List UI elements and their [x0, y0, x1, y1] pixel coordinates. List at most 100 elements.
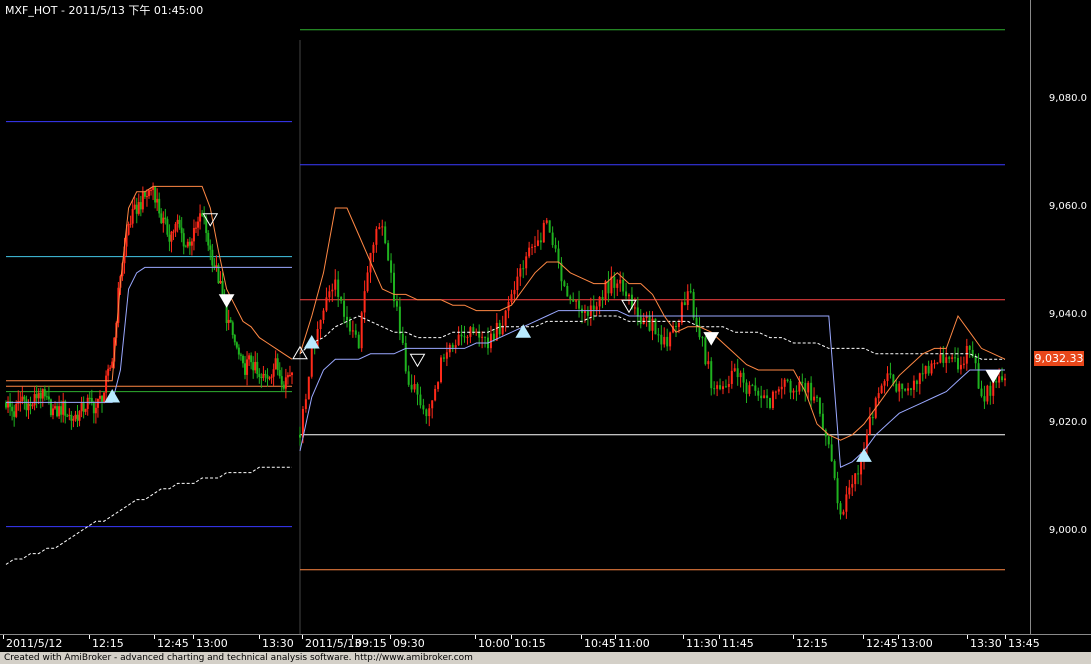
candle: [639, 309, 642, 329]
candle: [854, 472, 857, 492]
candle: [716, 381, 719, 397]
candle-body: [601, 296, 604, 300]
candle-body: [910, 388, 912, 390]
x-tick-label: 13:00: [196, 637, 228, 650]
candle: [233, 333, 236, 346]
candle-body: [716, 385, 719, 389]
candle: [192, 219, 195, 251]
candle: [907, 382, 910, 396]
candle-body: [921, 373, 924, 375]
candle: [578, 290, 581, 318]
candle: [270, 374, 273, 384]
candle: [404, 335, 407, 374]
candle: [131, 200, 134, 228]
candle-body: [145, 196, 148, 198]
plot-area[interactable]: MXF_HOT - 2011/5/13 下午 01:45:00: [0, 0, 1030, 634]
candle-body: [748, 385, 751, 394]
candle-body: [33, 394, 36, 406]
candle: [235, 341, 238, 350]
candle: [589, 297, 592, 326]
candle-body: [98, 395, 101, 399]
candle-body: [260, 377, 263, 379]
candle-body: [39, 392, 42, 399]
x-tick-mark: [581, 635, 582, 639]
candle-body: [337, 279, 340, 297]
x-tick-label: 13:30: [970, 637, 1002, 650]
candle-body: [82, 403, 85, 412]
candle: [542, 220, 545, 243]
candle-body: [328, 291, 331, 298]
candle: [463, 325, 466, 343]
candle-body: [148, 190, 150, 197]
candle: [357, 331, 360, 349]
candle: [101, 395, 104, 413]
candle: [258, 368, 261, 384]
x-tick-label: 12:45: [157, 637, 189, 650]
x-tick-mark: [793, 635, 794, 639]
candle-body: [266, 375, 269, 379]
candle: [213, 258, 216, 271]
candle-body: [904, 388, 907, 391]
candle: [105, 370, 108, 403]
candle-body: [270, 376, 273, 378]
candle: [968, 345, 971, 358]
candle-body: [27, 403, 30, 411]
candle: [139, 195, 142, 217]
candle: [686, 284, 689, 311]
candle: [215, 255, 218, 272]
candle: [851, 475, 854, 497]
x-tick-mark: [3, 635, 4, 639]
candle-body: [307, 376, 310, 400]
candle-body: [141, 192, 144, 210]
candle: [601, 290, 604, 309]
candle: [510, 289, 513, 305]
candle-body: [80, 403, 83, 411]
candle: [586, 306, 589, 326]
candle: [704, 336, 707, 366]
candle-body: [184, 246, 187, 248]
candle-body: [995, 381, 998, 383]
candle: [654, 318, 657, 335]
candle: [291, 371, 293, 385]
candle-body: [930, 363, 933, 374]
candle: [282, 381, 285, 391]
candle: [274, 350, 277, 370]
candle-body: [695, 317, 698, 326]
candle: [933, 359, 936, 369]
candle-body: [221, 281, 224, 295]
candle-body: [227, 319, 230, 324]
candle: [49, 398, 52, 418]
candle-body: [951, 357, 954, 359]
candle: [11, 401, 14, 421]
candle: [422, 398, 425, 415]
candle-body: [613, 276, 616, 288]
candle-body: [164, 217, 167, 220]
candle: [959, 356, 962, 375]
candle-body: [974, 356, 977, 364]
candle-body: [45, 396, 48, 398]
candle: [244, 355, 247, 380]
candle-body: [475, 331, 478, 333]
candle-body: [422, 405, 425, 410]
candle: [965, 338, 968, 371]
candle: [484, 336, 487, 348]
candle: [227, 309, 230, 331]
candle-body: [190, 241, 193, 246]
candle: [437, 381, 440, 392]
candle: [37, 388, 40, 405]
candle: [939, 346, 942, 364]
price-chart[interactable]: [0, 0, 1030, 634]
candle: [698, 317, 701, 340]
candle: [262, 365, 265, 381]
candle: [166, 216, 169, 237]
candle-body: [625, 291, 628, 297]
candle-body: [419, 394, 422, 406]
candle-body: [739, 372, 742, 378]
candle-body: [484, 336, 487, 338]
candle-body: [180, 227, 183, 234]
candle: [82, 396, 85, 419]
candle: [675, 321, 677, 337]
candle: [190, 238, 193, 256]
candle-body: [942, 354, 945, 363]
candle-body: [851, 484, 854, 488]
